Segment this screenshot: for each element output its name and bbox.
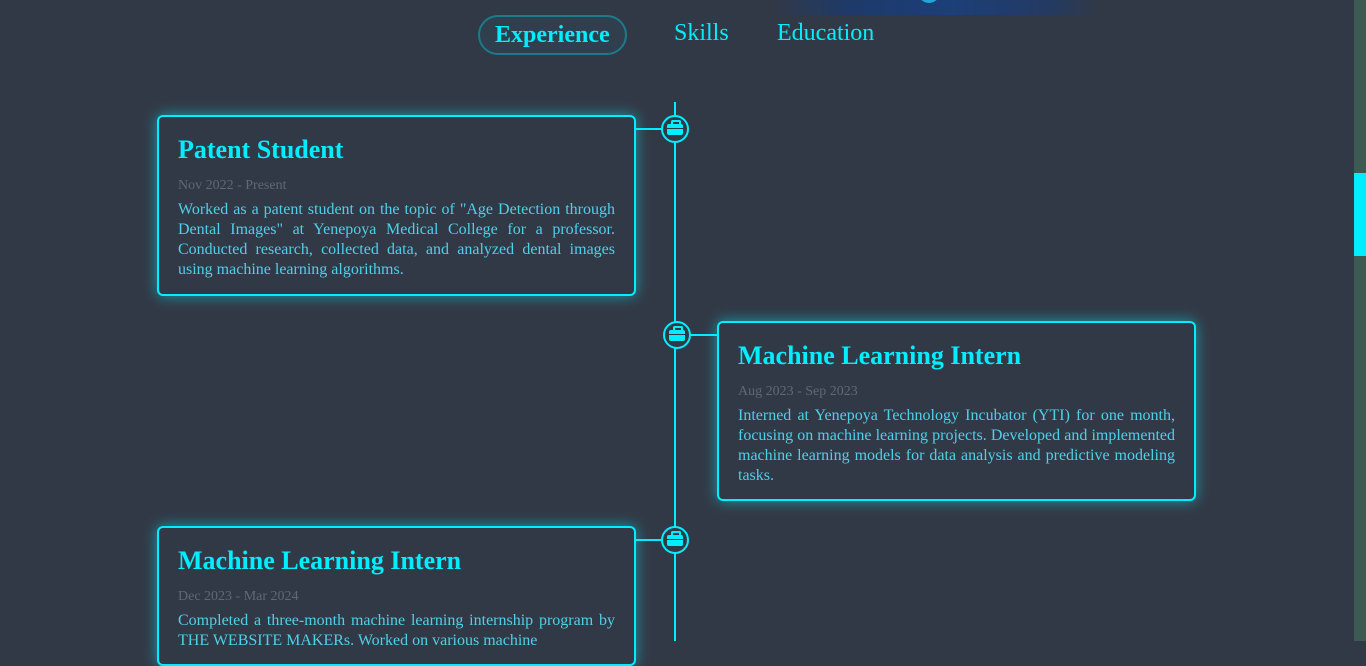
- briefcase-icon: [667, 120, 683, 135]
- card-description: Interned at Yenepoya Technology Incubato…: [738, 407, 1175, 484]
- timeline-node: [661, 115, 689, 143]
- experience-card: Machine Learning Intern Aug 2023 - Sep 2…: [717, 321, 1196, 501]
- experience-card: Patent Student Nov 2022 - Present Worked…: [157, 115, 636, 296]
- card-title: Patent Student: [178, 135, 344, 164]
- timeline-connector: [636, 128, 662, 130]
- tab-skills[interactable]: Skills: [674, 15, 729, 51]
- card-date: Nov 2022 - Present: [178, 178, 287, 193]
- card-description: Worked as a patent student on the topic …: [178, 201, 615, 278]
- timeline-node: [661, 526, 689, 554]
- timeline-line: [674, 102, 676, 641]
- briefcase-icon: [669, 326, 685, 341]
- header-glow: [770, 0, 1100, 15]
- card-title: Machine Learning Intern: [738, 341, 1022, 370]
- timeline-connector: [690, 334, 718, 336]
- tab-education[interactable]: Education: [777, 15, 874, 51]
- scrollbar-thumb[interactable]: [1354, 173, 1366, 256]
- experience-card: Machine Learning Intern Dec 2023 - Mar 2…: [157, 526, 636, 666]
- briefcase-icon: [667, 531, 683, 546]
- card-description: Completed a three-month machine learning…: [178, 612, 615, 649]
- scrollbar-track[interactable]: [1354, 0, 1366, 641]
- card-title: Machine Learning Intern: [178, 546, 462, 575]
- timeline-node: [663, 321, 691, 349]
- card-date: Dec 2023 - Mar 2024: [178, 589, 299, 604]
- card-date: Aug 2023 - Sep 2023: [738, 384, 858, 399]
- tab-experience[interactable]: Experience: [478, 15, 627, 55]
- timeline-connector: [636, 539, 662, 541]
